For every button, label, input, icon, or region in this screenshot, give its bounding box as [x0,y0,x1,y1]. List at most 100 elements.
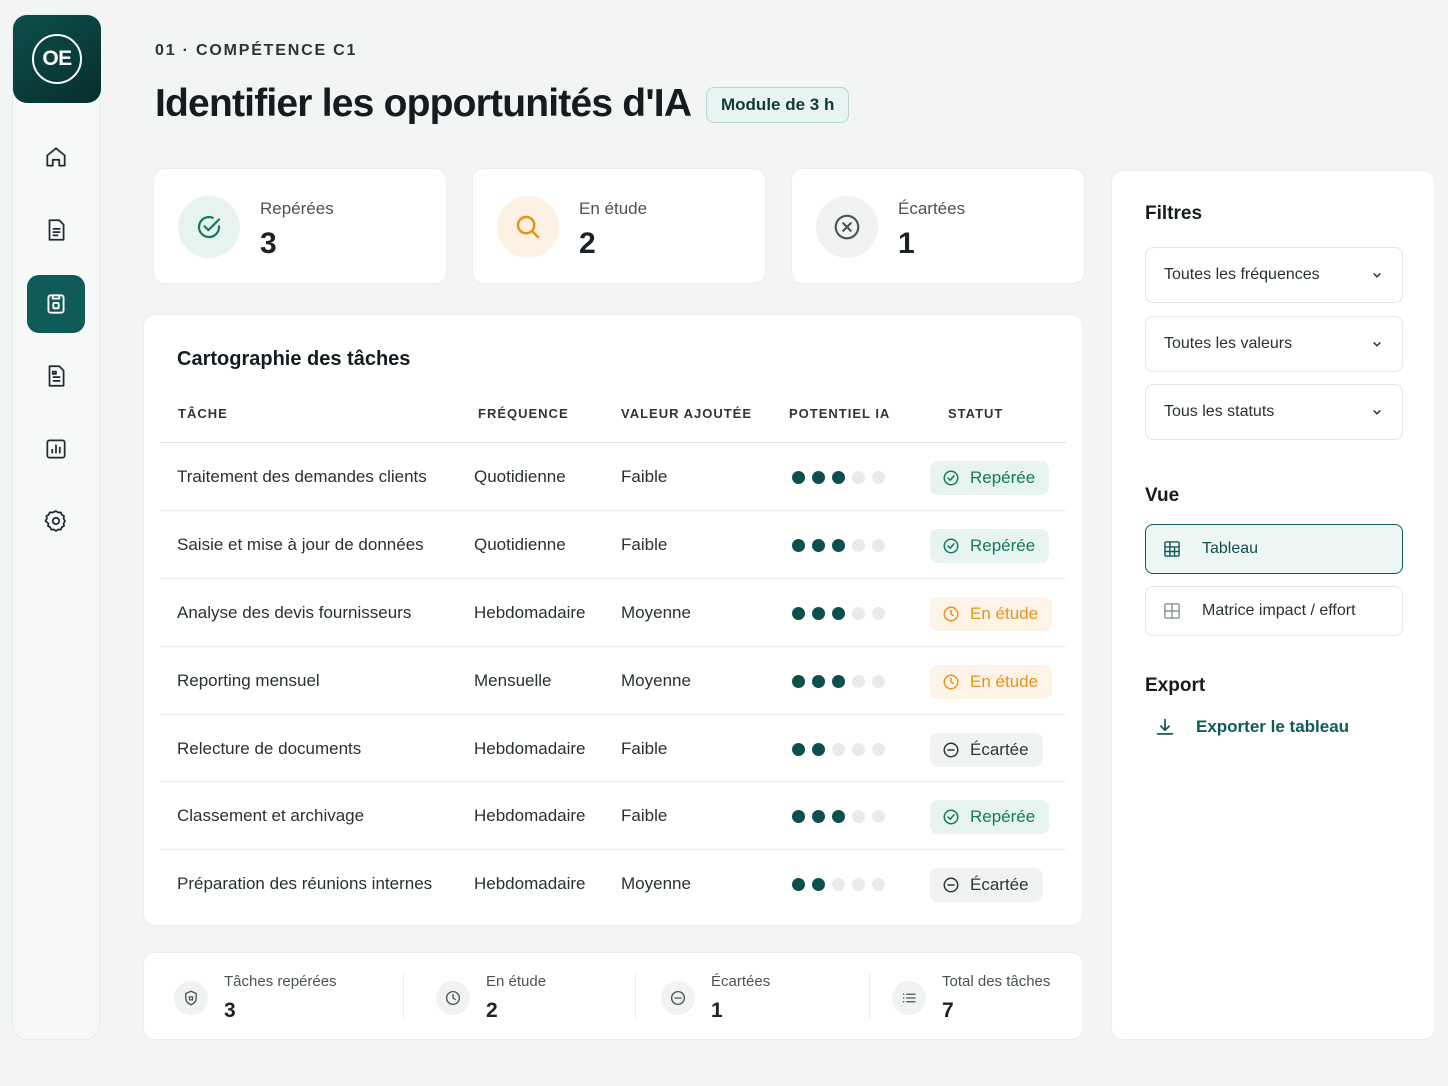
check-circle-icon [943,470,959,486]
clock-icon [943,674,959,690]
nav-documents[interactable] [27,201,85,259]
summary-icon-wrap [174,981,208,1015]
column-header-value[interactable]: VALEUR AJOUTÉE [621,406,752,421]
module-icon [47,294,65,314]
select-value: Toutes les valeurs [1164,335,1293,352]
table-row[interactable]: Préparation des réunions internes Hebdoma… [160,849,1066,917]
stat-value: 2 [579,227,596,260]
potential-dot [852,606,865,620]
clock-icon [445,990,461,1006]
status-label: Repérée [970,807,1036,826]
task-name: Analyse des devis fournisseurs [177,603,412,622]
chevron-down-icon [1373,273,1381,278]
nav-home[interactable] [27,128,85,186]
potential-dot [832,470,845,484]
task-value: Moyenne [621,671,691,690]
export-table-link[interactable]: Exporter le tableau [1154,716,1349,738]
status-label: En étude [970,604,1039,623]
document-icon [48,219,65,241]
view-matrix-button[interactable]: Matrice impact / effort [1145,586,1403,636]
potential-dot [792,674,805,688]
task-frequency: Hebdomadaire [474,874,586,893]
table-row[interactable]: Reporting mensuel Mensuelle Moyenne En étud… [160,646,1066,714]
stat-label: Repérées [260,199,334,218]
summary-label: Total des tâches [942,973,1051,990]
potential-rating [792,511,885,579]
column-header-frequency[interactable]: FRÉQUENCE [478,406,569,421]
grid-icon [1164,603,1180,619]
stat-label: En étude [579,199,648,218]
potential-dot [812,674,825,688]
nav-reports[interactable] [27,347,85,405]
nav-analytics[interactable] [27,420,85,478]
status-select[interactable]: Tous les statuts [1145,384,1403,440]
potential-dot [852,470,865,484]
clock-icon [943,606,959,622]
summary-label: Tâches repérées [224,973,337,990]
stat-label: Écartées [898,199,966,218]
summary-icon-wrap [892,981,926,1015]
x-circle-icon [834,214,860,240]
status-badge: Repérée [930,461,1050,495]
task-name: Traitement des demandes clients [177,467,427,486]
potential-dot [832,809,845,823]
task-value: Faible [621,467,668,486]
download-icon [1156,718,1174,735]
status-badge: Repérée [930,529,1050,563]
table-row[interactable]: Relecture de documents Hebdomadaire Faible… [160,714,1066,782]
list-icon [902,993,916,1003]
potential-dot [872,809,885,823]
check-circle-icon [943,538,959,554]
task-frequency: Hebdomadaire [474,806,586,825]
table-row[interactable]: Analyse des devis fournisseurs Hebdomadai… [160,578,1066,646]
summary-value: 7 [942,999,954,1022]
nav-module[interactable] [27,275,85,333]
task-frequency: Mensuelle [474,671,552,690]
task-name: Classement et archivage [177,806,365,825]
potential-dot [872,538,885,552]
check-target-icon [197,215,221,239]
potential-dot [872,606,885,620]
status-badge: En étude [930,597,1053,631]
potential-dot [852,674,865,688]
nav-settings[interactable] [27,492,85,550]
column-header-task[interactable]: TÂCHE [178,406,228,421]
page-title: Identifier les opportunités d'IA [155,82,692,125]
task-map-card: Cartographie des tâches TÂCHE FRÉQUENCE … [143,314,1083,926]
filters-panel: Filtres Toutes les fréquences Toutes les… [1111,170,1435,1040]
minus-circle-icon [943,877,959,893]
task-frequency: Quotidienne [474,467,566,486]
task-frequency: Hebdomadaire [474,603,586,622]
frequency-select[interactable]: Toutes les fréquences [1145,247,1403,303]
potential-dot [872,742,885,756]
task-name: Relecture de documents [177,739,362,758]
potential-rating [792,850,885,918]
divider [869,973,870,1019]
task-name: Préparation des réunions internes [177,874,433,893]
home-icon [46,147,66,167]
summary-value: 3 [224,999,236,1022]
status-label: Repérée [970,536,1036,555]
potential-dot [852,809,865,823]
shield-icon [185,990,197,1006]
potential-dot [812,470,825,484]
column-header-status[interactable]: STATUT [948,406,1003,421]
potential-dot [792,606,805,620]
potential-dot [792,877,805,891]
value-select[interactable]: Toutes les valeurs [1145,316,1403,372]
summary-value: 2 [486,999,498,1022]
view-table-button[interactable]: Tableau [1145,524,1403,574]
logo-initials: OE [32,34,82,84]
table-row[interactable]: Saisie et mise à jour de données Quotidie… [160,510,1066,578]
potential-dot [812,606,825,620]
minus-circle-icon [670,990,686,1006]
stat-value: 3 [260,227,277,260]
logo[interactable]: OE [13,15,101,103]
table-row[interactable]: Classement et archivage Hebdomadaire Faibl… [160,781,1066,849]
column-header-potential[interactable]: POTENTIEL IA [789,406,890,421]
breadcrumb: 01 · COMPÉTENCE C1 [155,42,358,59]
export-title: Export [1145,675,1206,696]
potential-dot [852,538,865,552]
potential-dot [792,809,805,823]
table-row[interactable]: Traitement des demandes clients Quotidien… [160,442,1066,510]
